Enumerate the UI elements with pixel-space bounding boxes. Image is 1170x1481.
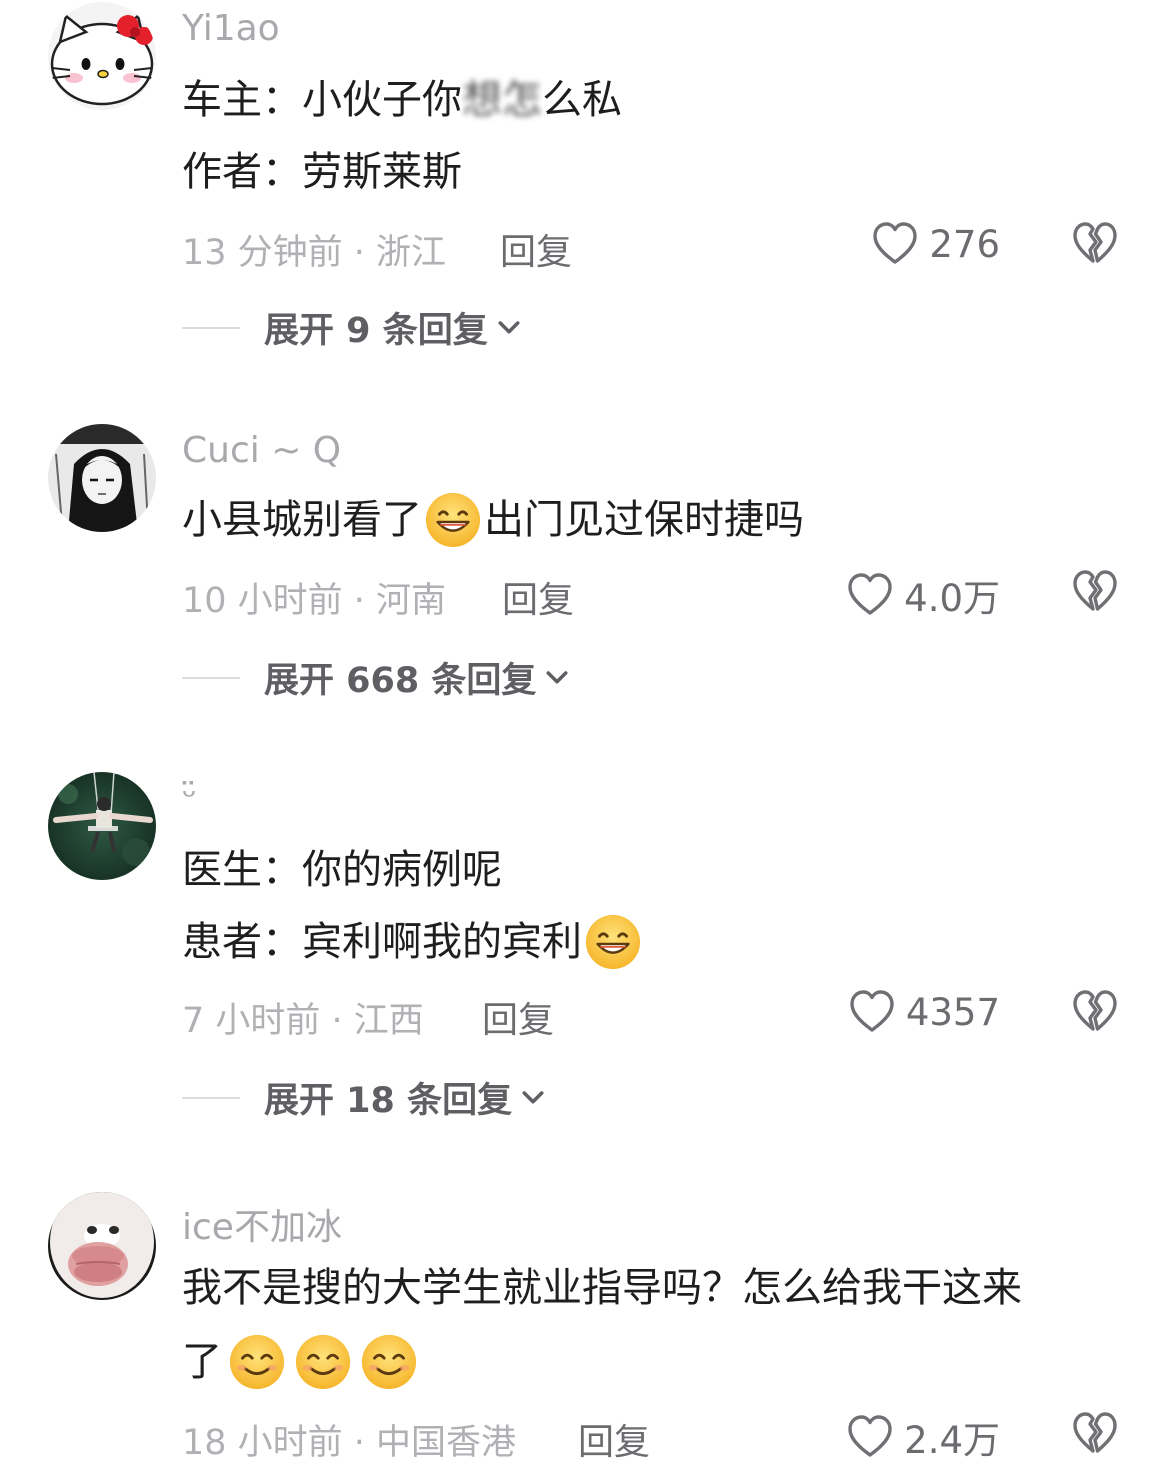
smiling-emoji [228, 1333, 286, 1391]
comment-text: 小县城别看了 [182, 497, 422, 543]
comment-text: 出门见过保时捷吗 [484, 497, 804, 543]
anime-girl-avatar-image [48, 424, 156, 532]
chevron-down-icon [542, 663, 572, 693]
comment-text: 了 [182, 1339, 222, 1385]
comment-text-line: 医生：你的病例呢 [182, 834, 502, 906]
divider [182, 676, 240, 679]
heart-outline-icon [846, 571, 894, 619]
broken-heart-icon [1070, 568, 1120, 616]
chevron-down-icon [494, 313, 524, 343]
dislike-button[interactable] [1070, 988, 1120, 1040]
comment-item: Yi1ao 车主：小伙子你 想怎 么私 作者：劳斯莱斯 13 分钟前 · 浙江 回复… [0, 0, 1170, 380]
avatar[interactable] [48, 424, 156, 532]
broken-heart-icon [1070, 220, 1120, 268]
time-location: 13 分钟前 · 浙江 [182, 233, 447, 273]
comment-text: 患者：宾利啊我的宾利 [182, 919, 582, 965]
like-button[interactable]: 4.0万 [846, 568, 1000, 622]
like-count: 4.0万 [904, 577, 1000, 620]
dislike-button[interactable] [1070, 220, 1120, 272]
comment-text-line: 我不是搜的大学生就业指导吗？怎么给我干这来 [182, 1252, 1022, 1324]
kissing-face-avatar-image [48, 1192, 156, 1300]
hello-kitty-avatar-image [48, 2, 156, 110]
expand-replies-label: 展开 9 条回复 [264, 311, 488, 351]
comment-text: 医生：你的病例呢 [182, 847, 502, 893]
time-location: 10 小时前 · 河南 [182, 581, 447, 621]
comment-text: 我不是搜的大学生就业指导吗？怎么给我干这来 [182, 1265, 1022, 1311]
comment-text: 作者：劳斯莱斯 [182, 149, 462, 195]
comment-item: ᵕ̈ 医生：你的病例呢 患者：宾利啊我的宾利 7 小时前 · 江西 回复 435… [0, 770, 1170, 1140]
comment-item: Cuci ~ Q 小县城别看了 出门见过保时捷吗 10 小时前 · 河南 回复 … [0, 420, 1170, 720]
heart-outline-icon [846, 1413, 894, 1461]
avatar[interactable] [48, 772, 156, 880]
like-count: 2.4万 [904, 1419, 1000, 1462]
grinning-sweat-emoji [584, 913, 642, 971]
avatar[interactable] [48, 2, 156, 110]
reply-button[interactable]: 回复 [502, 571, 574, 623]
divider [182, 326, 240, 329]
expand-replies-label: 展开 668 条回复 [264, 661, 537, 701]
heart-outline-icon [848, 988, 896, 1036]
comment-text-line: 作者：劳斯莱斯 [182, 136, 462, 208]
username[interactable]: Yi1ao [182, 8, 280, 49]
grinning-sweat-emoji [424, 491, 482, 549]
smiling-emoji [294, 1333, 352, 1391]
like-count: 276 [929, 222, 1000, 266]
username[interactable]: ice不加冰 [182, 1198, 342, 1250]
broken-heart-icon [1070, 1410, 1120, 1458]
comment-text-line: 小县城别看了 出门见过保时捷吗 [182, 484, 804, 556]
like-button[interactable]: 276 [871, 220, 1000, 268]
comment-text: 车主：小伙子你 [182, 77, 462, 123]
username[interactable]: ᵕ̈ [182, 776, 197, 817]
comment-text: 么私 [542, 77, 622, 123]
time-location: 7 小时前 · 江西 [182, 1001, 424, 1041]
comment-text-line: 了 [182, 1326, 420, 1398]
expand-replies-button[interactable]: 展开 18 条回复 [182, 1072, 548, 1123]
expand-replies-label: 展开 18 条回复 [264, 1081, 513, 1121]
broken-heart-icon [1070, 988, 1120, 1036]
like-button[interactable]: 4357 [848, 988, 1000, 1036]
like-button[interactable]: 2.4万 [846, 1410, 1000, 1464]
blurred-text: 想怎 [462, 77, 542, 123]
time-location: 18 小时前 · 中国香港 [182, 1423, 517, 1463]
username[interactable]: Cuci ~ Q [182, 430, 341, 471]
dislike-button[interactable] [1070, 1410, 1120, 1462]
chevron-down-icon [518, 1083, 548, 1113]
reply-button[interactable]: 回复 [500, 223, 572, 275]
comment-text-line: 车主：小伙子你 想怎 么私 [182, 64, 622, 136]
like-count: 4357 [905, 990, 1000, 1034]
comment-text-line: 患者：宾利啊我的宾利 [182, 906, 644, 978]
reply-button[interactable]: 回复 [578, 1413, 650, 1465]
reply-button[interactable]: 回复 [482, 991, 554, 1043]
comment-item: ice不加冰 我不是搜的大学生就业指导吗？怎么给我干这来 了 18 小时前 · … [0, 1190, 1170, 1481]
divider [182, 1096, 240, 1099]
smiling-emoji [360, 1333, 418, 1391]
swing-photo-avatar-image [48, 772, 156, 880]
avatar[interactable] [48, 1192, 156, 1300]
expand-replies-button[interactable]: 展开 668 条回复 [182, 652, 572, 703]
dislike-button[interactable] [1070, 568, 1120, 620]
expand-replies-button[interactable]: 展开 9 条回复 [182, 302, 524, 353]
heart-outline-icon [871, 220, 919, 268]
